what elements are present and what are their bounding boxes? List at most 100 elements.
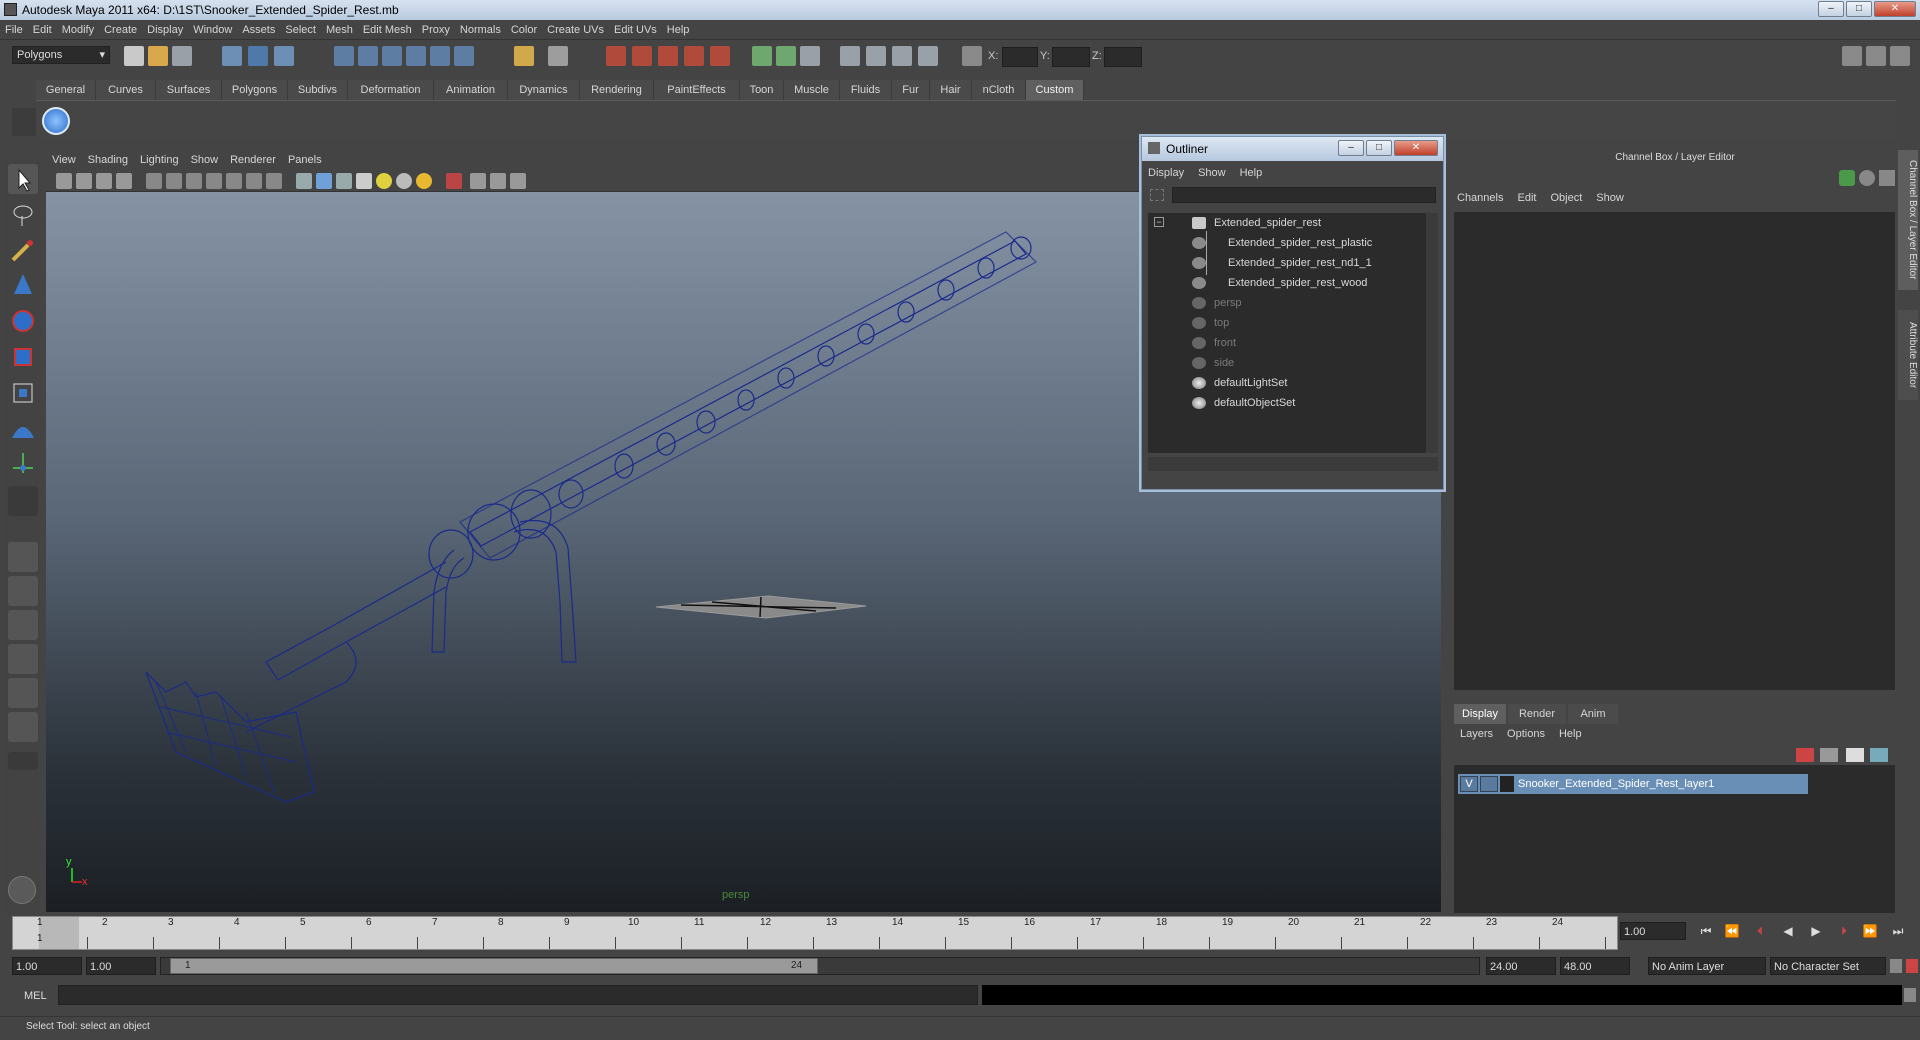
step-forward-key-icon[interactable]: ⏵ <box>1836 923 1852 939</box>
script-editor-icon[interactable] <box>1904 988 1916 1002</box>
menu-modify[interactable]: Modify <box>57 20 99 40</box>
anim-layer-dropdown[interactable]: No Anim Layer <box>1648 957 1766 975</box>
shelf-tab-subdivs[interactable]: Subdivs <box>288 80 348 100</box>
vp-menu-shading[interactable]: Shading <box>82 150 134 170</box>
shelf-tab-dynamics[interactable]: Dynamics <box>508 80 580 100</box>
snap-live-icon[interactable] <box>454 46 474 66</box>
filter-icon[interactable] <box>1150 189 1164 201</box>
current-frame-field[interactable]: 1.00 <box>1620 922 1686 940</box>
save-scene-icon[interactable] <box>172 46 192 66</box>
graph-layout-icon[interactable] <box>8 644 38 674</box>
vp-menu-lighting[interactable]: Lighting <box>134 150 185 170</box>
outliner-item[interactable]: side <box>1192 354 1234 372</box>
outliner-item[interactable]: Extended_spider_rest_nd1_1 <box>1192 254 1372 272</box>
outliner-horizontal-scrollbar[interactable] <box>1148 457 1438 471</box>
wireframe-icon[interactable] <box>296 173 312 189</box>
snap-surface-icon[interactable] <box>430 46 450 66</box>
shelf-tab-muscle[interactable]: Muscle <box>784 80 840 100</box>
outliner-item[interactable]: top <box>1192 314 1229 332</box>
side-tab-channel-box[interactable]: Channel Box / Layer Editor <box>1898 150 1918 290</box>
open-scene-icon[interactable] <box>148 46 168 66</box>
transform-field-icon[interactable] <box>962 46 982 66</box>
sequence-icon[interactable] <box>892 46 912 66</box>
shadows-icon[interactable] <box>416 173 432 189</box>
menu-create-uvs[interactable]: Create UVs <box>542 20 609 40</box>
checkmark-icon[interactable] <box>42 107 70 135</box>
select-component-icon[interactable] <box>274 46 294 66</box>
play-backward-icon[interactable]: ◀ <box>1780 923 1796 939</box>
outliner-maximize-button[interactable]: □ <box>1366 140 1392 156</box>
layer-color-swatch[interactable] <box>1500 776 1514 792</box>
menu-mesh[interactable]: Mesh <box>321 20 358 40</box>
shelf-tab-animation[interactable]: Animation <box>434 80 508 100</box>
input-ops-icon[interactable] <box>548 46 568 66</box>
safe-title-icon[interactable] <box>266 173 282 189</box>
vp-menu-panels[interactable]: Panels <box>282 150 328 170</box>
show-manipulator-icon[interactable] <box>8 448 38 478</box>
outliner-menu-show[interactable]: Show <box>1198 167 1226 179</box>
select-tool-icon[interactable] <box>8 164 38 194</box>
shelf-tab-hair[interactable]: Hair <box>930 80 972 100</box>
layer-add-icon[interactable] <box>1870 748 1888 762</box>
xform-absolute-icon[interactable] <box>776 46 796 66</box>
side-tab-attribute-editor[interactable]: Attribute Editor <box>1898 310 1918 400</box>
outliner-item[interactable]: persp <box>1192 294 1242 312</box>
outliner-vertical-scrollbar[interactable] <box>1426 213 1438 453</box>
step-forward-icon[interactable]: ⏩ <box>1862 923 1878 939</box>
render-current-icon[interactable] <box>606 46 626 66</box>
outliner-item[interactable]: Extended_spider_rest <box>1192 214 1321 232</box>
xform-relative-icon[interactable] <box>800 46 820 66</box>
go-to-end-icon[interactable]: ⏭ <box>1890 923 1906 939</box>
vp-menu-renderer[interactable]: Renderer <box>224 150 282 170</box>
menu-proxy[interactable]: Proxy <box>417 20 455 40</box>
auto-key-icon[interactable] <box>1906 959 1918 973</box>
layer-tab-display[interactable]: Display <box>1454 704 1506 724</box>
new-layer-icon[interactable] <box>1796 748 1814 762</box>
camera-icon[interactable] <box>840 46 860 66</box>
play-forward-icon[interactable]: ▶ <box>1808 923 1824 939</box>
maximize-button[interactable]: □ <box>1846 1 1872 17</box>
wireframe-on-shaded-icon[interactable] <box>336 173 352 189</box>
new-layer-selected-icon[interactable] <box>1820 748 1838 762</box>
more-layouts-icon[interactable] <box>8 752 38 770</box>
menu-assets[interactable]: Assets <box>237 20 280 40</box>
paint-select-tool-icon[interactable] <box>8 236 38 266</box>
key-icon[interactable] <box>1839 170 1855 186</box>
outliner-close-button[interactable]: ✕ <box>1394 140 1438 156</box>
all-lights-icon[interactable] <box>396 173 412 189</box>
outliner-menu-display[interactable]: Display <box>1148 167 1184 179</box>
shelf-tab-curves[interactable]: Curves <box>96 80 156 100</box>
shelf-tab-fur[interactable]: Fur <box>892 80 930 100</box>
animation-start-field[interactable]: 1.00 <box>12 957 82 975</box>
outliner-item[interactable]: Extended_spider_rest_plastic <box>1192 234 1372 252</box>
menu-file[interactable]: File <box>0 20 28 40</box>
menu-edit-uvs[interactable]: Edit UVs <box>609 20 662 40</box>
shelf-tab-rendering[interactable]: Rendering <box>580 80 654 100</box>
channel-box-area[interactable] <box>1454 212 1895 690</box>
move-tool-icon[interactable] <box>8 270 38 300</box>
gate-mask-icon[interactable] <box>206 173 222 189</box>
isolate-select-icon[interactable] <box>446 173 462 189</box>
playback-end-field[interactable]: 24.00 <box>1486 957 1556 975</box>
safe-action-icon[interactable] <box>246 173 262 189</box>
smooth-shade-icon[interactable] <box>316 173 332 189</box>
toggle-channel-box-icon[interactable] <box>1890 46 1910 66</box>
menu-window[interactable]: Window <box>188 20 237 40</box>
snap-curve-icon[interactable] <box>358 46 378 66</box>
pin-icon[interactable] <box>1879 170 1895 186</box>
select-hierarchy-icon[interactable] <box>222 46 242 66</box>
snap-grid-icon[interactable] <box>334 46 354 66</box>
menu-display[interactable]: Display <box>142 20 188 40</box>
single-pane-layout-icon[interactable] <box>8 542 38 572</box>
render-view-icon[interactable] <box>710 46 730 66</box>
shelf-tab-toon[interactable]: Toon <box>740 80 784 100</box>
shelf-tab-custom[interactable]: Custom <box>1026 80 1084 100</box>
layer-tab-render[interactable]: Render <box>1508 704 1566 724</box>
xray-joints-icon[interactable] <box>490 173 506 189</box>
layer-menu-options[interactable]: Options <box>1507 728 1545 740</box>
menu-edit-mesh[interactable]: Edit Mesh <box>358 20 417 40</box>
shelf-tab-deformation[interactable]: Deformation <box>348 80 434 100</box>
backface-icon[interactable] <box>510 173 526 189</box>
outliner-item[interactable]: defaultObjectSet <box>1192 394 1295 412</box>
menu-edit[interactable]: Edit <box>28 20 57 40</box>
